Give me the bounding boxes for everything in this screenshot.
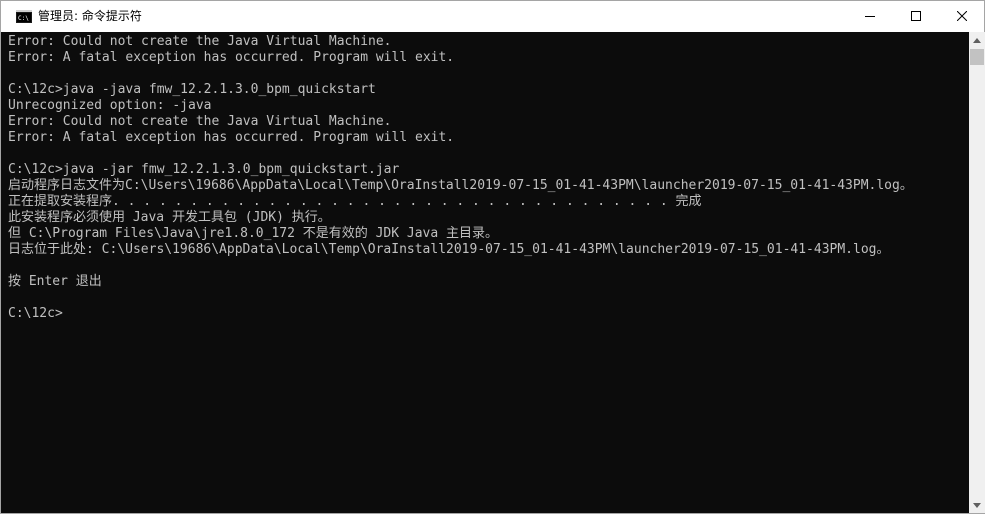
title-bar[interactable]: C:\ 管理员: 命令提示符: [1, 1, 984, 32]
console-line: C:\12c>java -java fmw_12.2.1.3.0_bpm_qui…: [8, 82, 376, 97]
minimize-button[interactable]: [847, 1, 893, 31]
console-prompt: C:\12c>: [8, 306, 63, 321]
console-line: 此安装程序必须使用 Java 开发工具包 (JDK) 执行。: [8, 210, 331, 225]
svg-text:C:\: C:\: [18, 15, 29, 22]
scroll-down-button[interactable]: [969, 497, 985, 513]
maximize-button[interactable]: [893, 1, 939, 31]
scroll-up-button[interactable]: [969, 32, 985, 48]
maximize-icon: [911, 11, 921, 21]
console-line: C:\12c>java -jar fmw_12.2.1.3.0_bpm_quic…: [8, 162, 400, 177]
vertical-scrollbar[interactable]: [969, 32, 985, 513]
console-line: 日志位于此处: C:\Users\19686\AppData\Local\Tem…: [8, 242, 890, 257]
console-line: Error: Could not create the Java Virtual…: [8, 114, 392, 129]
scroll-down-arrow-icon: [973, 502, 981, 508]
close-button[interactable]: [939, 1, 985, 31]
cmd-icon: C:\: [16, 10, 32, 23]
console-line: Error: A fatal exception has occurred. P…: [8, 50, 455, 65]
close-icon: [957, 11, 967, 21]
minimize-icon: [865, 16, 875, 17]
console-line: 按 Enter 退出: [8, 274, 102, 289]
window-title: 管理员: 命令提示符: [38, 9, 142, 23]
console-line: Error: Could not create the Java Virtual…: [8, 34, 392, 49]
console-output[interactable]: Error: Could not create the Java Virtual…: [1, 32, 969, 513]
console-line: 启动程序日志文件为C:\Users\19686\AppData\Local\Te…: [8, 178, 913, 193]
command-prompt-window: C:\ 管理员: 命令提示符 Error: Could not create t…: [0, 0, 985, 514]
console-line: Error: A fatal exception has occurred. P…: [8, 130, 455, 145]
console-line: Unrecognized option: -java: [8, 98, 212, 113]
console-line: 但 C:\Program Files\Java\jre1.8.0_172 不是有…: [8, 226, 499, 241]
console-line: 正在提取安装程序. . . . . . . . . . . . . . . . …: [8, 194, 702, 209]
scrollbar-thumb[interactable]: [970, 49, 984, 65]
scroll-up-arrow-icon: [973, 37, 981, 43]
